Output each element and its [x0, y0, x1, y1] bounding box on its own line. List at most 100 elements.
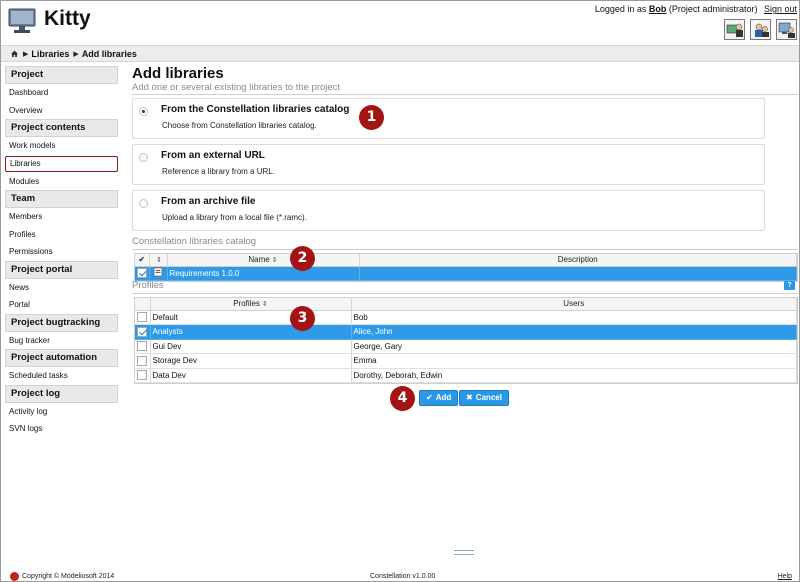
monitor-logo-icon [8, 8, 36, 33]
select-all-header[interactable]: ✔ [135, 254, 150, 267]
row-checkbox[interactable] [135, 324, 151, 340]
users-cell: George, Gary [351, 339, 797, 354]
sidebar-item-scheduled-tasks[interactable]: Scheduled tasks [5, 367, 118, 385]
sidebar-group-project-log: Project log [5, 384, 118, 403]
library-icon [149, 266, 168, 281]
profiles-table-header: Profiles ⇕ Users [135, 298, 797, 311]
signout-link[interactable]: Sign out [764, 4, 797, 14]
page-subtitle: Add one or several existing libraries to… [132, 82, 798, 95]
table-row[interactable]: Gui Dev George, Gary [135, 339, 797, 354]
row-checkbox[interactable] [135, 266, 150, 281]
catalog-section-label: Constellation libraries catalog [132, 236, 257, 247]
option-archive-file[interactable]: From an archive file Upload a library fr… [132, 190, 765, 231]
profile-cell: Analysts [150, 324, 352, 340]
breadcrumb-item-add-libraries: Add libraries [81, 48, 137, 59]
sidebar-item-profiles[interactable]: Profiles [5, 226, 118, 244]
profile-cell: Gui Dev [150, 339, 352, 354]
row-checkbox[interactable] [135, 368, 151, 383]
table-row[interactable]: Default Bob [135, 310, 797, 325]
sidebar-item-overview[interactable]: Overview [5, 102, 118, 120]
column-header-users[interactable]: Users [351, 298, 797, 311]
sidebar-group-project: Project [5, 66, 118, 84]
sidebar-item-work-models[interactable]: Work models [5, 137, 118, 155]
catalog-divider [132, 249, 798, 250]
option-archive-radio[interactable] [139, 199, 148, 208]
profiles-table: Profiles ⇕ Users Default Bob Analysts Ali… [134, 297, 798, 384]
users-cell: Emma [351, 353, 797, 369]
footer-help-link[interactable]: Help [778, 573, 792, 580]
sidebar-item-svn-logs[interactable]: SVN logs [5, 420, 118, 438]
profiles-section-label: Profiles [132, 280, 164, 291]
sidebar-item-dashboard[interactable]: Dashboard [5, 84, 118, 102]
table-row[interactable]: Analysts Alice, John [135, 324, 797, 340]
row-checkbox[interactable] [135, 353, 151, 369]
catalog-table-header: ✔ ⇕ Name ⇕ Description [135, 254, 797, 267]
profile-cell: Default [150, 310, 352, 325]
admin-toolbar [724, 19, 797, 40]
library-name-cell: Requirements 1.0.0 [167, 266, 360, 281]
option-url-title: From an external URL [161, 150, 265, 161]
table-row[interactable]: Requirements 1.0.0 [135, 266, 797, 281]
row-checkbox[interactable] [135, 310, 151, 325]
table-row[interactable]: Data Dev Dorothy, Deborah, Edwin [135, 368, 797, 383]
cancel-button[interactable]: ✖ Cancel [459, 390, 509, 406]
sidebar-item-modules[interactable]: Modules [5, 173, 118, 191]
callout-badge-3: 3 [290, 306, 315, 331]
sidebar-item-members[interactable]: Members [5, 208, 118, 226]
sidebar-item-activity-log[interactable]: Activity log [5, 403, 118, 421]
sidebar-group-project-automation: Project automation [5, 349, 118, 367]
user-admin-icon[interactable] [750, 19, 771, 40]
catalog-table: ✔ ⇕ Name ⇕ Description Requirements 1.0.0 [134, 253, 798, 282]
breadcrumb-separator-icon: ▶ [73, 50, 79, 58]
footer-version: Constellation v1.0.00 [370, 573, 436, 580]
sidebar-group-project-bugtracking: Project bugtracking [5, 313, 118, 332]
sidebar-group-project-portal: Project portal [5, 260, 118, 279]
main-content: Add libraries Add one or several existin… [132, 62, 798, 411]
sort-icon[interactable]: ⇕ [149, 254, 168, 267]
option-catalog-radio[interactable] [139, 107, 148, 116]
login-info: Logged in as Bob (Project administrator)… [595, 4, 797, 14]
option-url-desc: Reference a library from a URL. [162, 167, 275, 176]
option-catalog-title: From the Constellation libraries catalog [161, 104, 350, 115]
resize-handle[interactable] [454, 550, 474, 555]
login-prefix: Logged in as [594, 4, 647, 14]
breadcrumb-item-libraries[interactable]: Libraries [31, 49, 69, 59]
column-header-name[interactable]: Name ⇕ [167, 254, 360, 267]
breadcrumb-separator-icon: ▶ [23, 50, 29, 58]
profiles-divider [132, 293, 798, 294]
system-admin-icon[interactable] [776, 19, 797, 40]
project-admin-icon[interactable] [724, 19, 745, 40]
option-archive-desc: Upload a library from a local file (*.ra… [162, 213, 307, 222]
select-all-header[interactable] [135, 298, 151, 311]
users-cell: Bob [351, 310, 797, 325]
callout-badge-1: 1 [359, 105, 384, 130]
option-archive-title: From an archive file [161, 196, 256, 207]
add-button[interactable]: ✔ Add [419, 390, 459, 406]
callout-badge-4: 4 [390, 386, 415, 411]
sidebar-item-libraries[interactable]: Libraries [5, 155, 118, 172]
option-external-url[interactable]: From an external URL Reference a library… [132, 144, 765, 185]
users-cell: Alice, John [351, 324, 797, 340]
option-url-radio[interactable] [139, 153, 148, 162]
option-catalog-desc: Choose from Constellation libraries cata… [162, 121, 317, 130]
sidebar-item-bug-tracker[interactable]: Bug tracker [5, 332, 118, 350]
help-icon[interactable]: ? [784, 281, 795, 290]
callout-badge-2: 2 [290, 246, 315, 271]
logged-user-link[interactable]: Bob [649, 4, 667, 14]
profile-cell: Storage Dev [150, 353, 352, 369]
home-icon[interactable] [10, 49, 19, 58]
sidebar-item-portal[interactable]: Portal [5, 296, 118, 314]
users-cell: Dorothy, Deborah, Edwin [351, 368, 797, 383]
column-header-profiles[interactable]: Profiles ⇕ [150, 298, 352, 311]
column-header-description[interactable]: Description [359, 254, 797, 267]
sidebar-group-project-contents: Project contents [5, 119, 118, 137]
sidebar-item-permissions[interactable]: Permissions [5, 243, 118, 261]
table-row[interactable]: Storage Dev Emma [135, 353, 797, 369]
option-catalog[interactable]: From the Constellation libraries catalog… [132, 98, 765, 139]
sidebar-item-news[interactable]: News [5, 279, 118, 297]
sidebar: Project Dashboard Overview Project conte… [5, 66, 118, 438]
modeliosoft-logo-icon [10, 572, 19, 581]
user-role: (Project administrator) [668, 4, 758, 14]
close-icon: ✖ [466, 393, 473, 402]
row-checkbox[interactable] [135, 339, 151, 354]
